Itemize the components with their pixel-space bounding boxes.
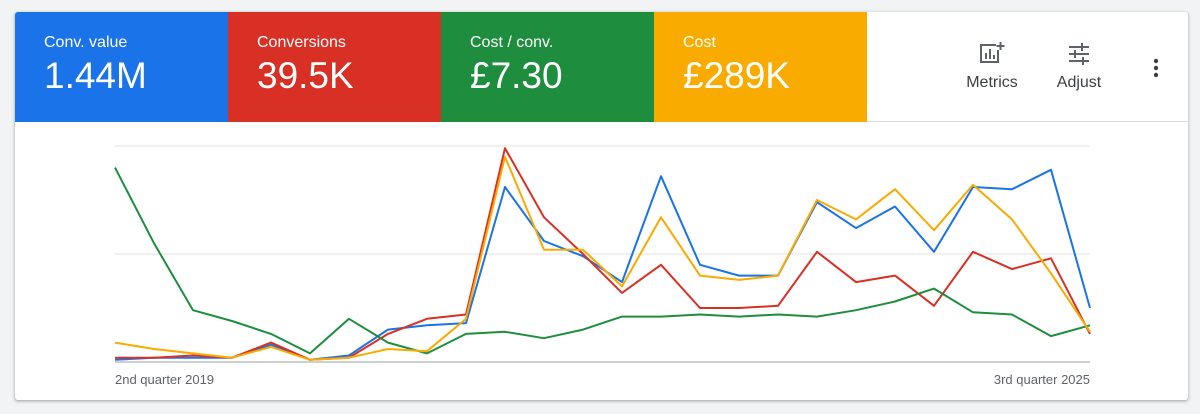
tile-value: 1.44M xyxy=(44,55,147,96)
add-chart-icon xyxy=(980,42,1005,63)
series-line-2 xyxy=(114,167,1091,355)
tile-label: Cost / conv. xyxy=(470,34,554,51)
line-chart: 2nd quarter 2019 3rd quarter 2025 xyxy=(15,122,1188,400)
adjust-button[interactable]: Adjust xyxy=(1044,42,1114,92)
tune-icon xyxy=(1069,43,1089,65)
tile-value: £289K xyxy=(683,55,790,96)
tile-cost-per-conv[interactable]: Cost / conv. £7.30 xyxy=(441,12,654,122)
tile-label: Conv. value xyxy=(44,34,128,51)
tile-label: Conversions xyxy=(257,34,346,51)
tile-cost[interactable]: Cost £289K xyxy=(654,12,867,122)
series-line-3 xyxy=(114,155,1091,361)
tile-conversions[interactable]: Conversions 39.5K xyxy=(228,12,441,122)
x-tick-label-end: 3rd quarter 2025 xyxy=(993,372,1090,387)
performance-card: Conv. value 1.44M Conversions 39.5K Cost… xyxy=(15,12,1188,400)
chart-toolbar: Metrics Adjust xyxy=(867,12,1188,122)
tile-value: 39.5K xyxy=(257,55,354,96)
chart-plot xyxy=(114,145,1091,363)
tile-value: £7.30 xyxy=(470,55,563,96)
gridlines xyxy=(115,145,1090,363)
metrics-label: Metrics xyxy=(966,74,1018,91)
more-vert-icon[interactable] xyxy=(1144,56,1168,80)
metrics-button[interactable]: Metrics xyxy=(957,42,1027,92)
adjust-label: Adjust xyxy=(1056,74,1102,91)
tile-label: Cost xyxy=(683,34,716,51)
x-tick-label-start: 2nd quarter 2019 xyxy=(115,372,215,387)
metrics-row: Conv. value 1.44M Conversions 39.5K Cost… xyxy=(15,12,1188,122)
tile-conv-value[interactable]: Conv. value 1.44M xyxy=(15,12,228,122)
